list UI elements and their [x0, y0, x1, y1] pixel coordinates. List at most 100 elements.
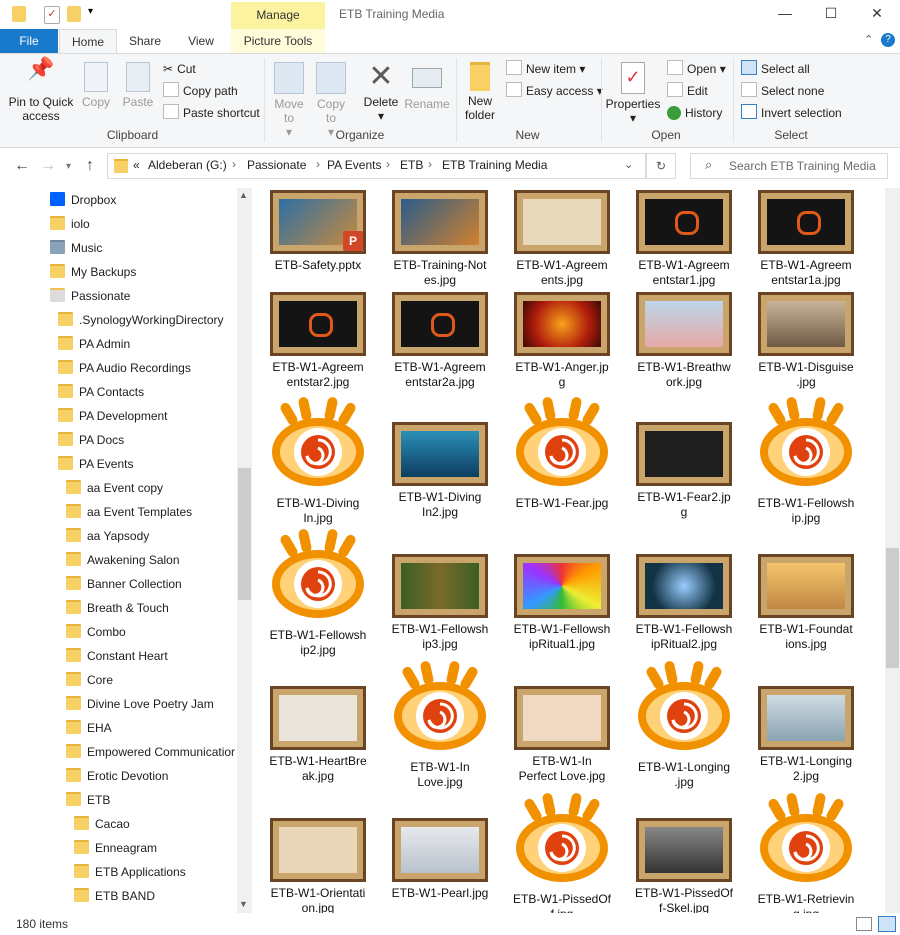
- nav-item[interactable]: Enneagram: [74, 836, 157, 860]
- paste-button[interactable]: Paste: [120, 62, 156, 109]
- delete-button[interactable]: ✕ Delete ▾: [360, 62, 402, 124]
- forward-arrow-icon[interactable]: →: [40, 157, 56, 175]
- nav-item[interactable]: aa Event copy: [66, 476, 163, 500]
- copy-button[interactable]: Copy: [78, 62, 114, 109]
- breadcrumb-separator-icon[interactable]: ›: [386, 157, 390, 171]
- nav-item[interactable]: ETB: [66, 788, 110, 812]
- nav-item[interactable]: Core: [66, 668, 113, 692]
- nav-item[interactable]: Empowered Communicatior: [66, 740, 235, 764]
- edit-button[interactable]: Edit: [667, 82, 708, 100]
- cut-button[interactable]: ✂ Cut: [163, 60, 196, 78]
- file-item[interactable]: ETB-W1-Diving In.jpg: [263, 396, 373, 526]
- select-none-button[interactable]: Select none: [741, 82, 824, 100]
- properties-icon[interactable]: ✓: [44, 6, 60, 24]
- nav-item[interactable]: ETB BAND: [74, 884, 155, 908]
- invert-selection-button[interactable]: Invert selection: [741, 104, 842, 122]
- file-item[interactable]: ETB-W1-HeartBre ak.jpg: [263, 686, 373, 784]
- file-item[interactable]: ETB-W1-Longing 2.jpg: [751, 686, 861, 784]
- file-item[interactable]: ETB-W1-Anger.jp g: [507, 292, 617, 390]
- file-item[interactable]: ETB-W1-Fellowsh ip.jpg: [751, 396, 861, 526]
- details-view-icon[interactable]: [856, 917, 872, 931]
- breadcrumb-item[interactable]: Aldeberan (G:): [148, 158, 227, 172]
- tab-share[interactable]: Share: [120, 29, 170, 53]
- scroll-up-icon[interactable]: ▲: [239, 190, 248, 200]
- up-arrow-icon[interactable]: ↑: [86, 157, 94, 175]
- new-folder-button[interactable]: New folder: [460, 62, 500, 122]
- file-item[interactable]: ETB-W1-Pearl.jpg: [385, 818, 495, 901]
- open-button[interactable]: Open ▾: [667, 60, 726, 78]
- file-item[interactable]: ETB-W1-Orientati on.jpg: [263, 818, 373, 913]
- file-item[interactable]: ETB-W1-Disguise .jpg: [751, 292, 861, 390]
- nav-item[interactable]: Music: [50, 236, 102, 260]
- folder-icon[interactable]: [12, 6, 26, 22]
- large-icons-view-icon[interactable]: [878, 916, 896, 932]
- nav-item[interactable]: Combo: [66, 620, 126, 644]
- breadcrumb-separator-icon[interactable]: ›: [428, 157, 432, 171]
- help-icon[interactable]: ?: [881, 33, 895, 47]
- nav-item[interactable]: My Backups: [50, 260, 136, 284]
- content-scrollbar-thumb[interactable]: [886, 548, 899, 668]
- file-item[interactable]: ETB-W1-PissedOf f-Skel.jpg: [629, 818, 739, 913]
- search-input[interactable]: ⌕ Search ETB Training Media: [690, 153, 888, 179]
- file-item[interactable]: ETB-W1-Fear.jpg: [507, 396, 617, 511]
- file-item[interactable]: ETB-W1-In Perfect Love.jpg: [507, 686, 617, 784]
- tab-view[interactable]: View: [176, 29, 226, 53]
- file-item[interactable]: ETB-W1-Foundat ions.jpg: [751, 554, 861, 652]
- nav-item[interactable]: Banner Collection: [66, 572, 182, 596]
- nav-item[interactable]: PA Admin: [58, 332, 130, 356]
- nav-item[interactable]: PA Development: [58, 404, 168, 428]
- pin-quick-access-button[interactable]: 📌 Pin to Quick access: [6, 58, 76, 124]
- breadcrumb-item[interactable]: PA Events: [327, 158, 381, 172]
- file-item[interactable]: ETB-W1-Fear2.jp g: [629, 422, 739, 520]
- nav-item[interactable]: Erotic Devotion: [66, 764, 168, 788]
- nav-item[interactable]: Divine Love Poetry Jam: [66, 692, 214, 716]
- nav-item[interactable]: Constant Heart: [66, 644, 168, 668]
- nav-item[interactable]: PA Docs: [58, 428, 124, 452]
- nav-item[interactable]: ETB Applications: [74, 860, 186, 884]
- nav-item[interactable]: aa Event Templates: [66, 500, 192, 524]
- rename-button[interactable]: Rename: [404, 62, 450, 111]
- file-item[interactable]: ETB-W1-Diving In2.jpg: [385, 422, 495, 520]
- back-arrow-icon[interactable]: ←: [14, 157, 30, 175]
- nav-item[interactable]: PA Contacts: [58, 380, 144, 404]
- nav-item[interactable]: Cacao: [74, 812, 130, 836]
- file-item[interactable]: ETB-W1-Retrieving.jpg: [751, 792, 861, 913]
- file-item[interactable]: ETB-W1-Longing .jpg: [629, 660, 739, 790]
- file-item[interactable]: ETB-W1-Fellowsh ipRitual1.jpg: [507, 554, 617, 652]
- file-item[interactable]: ETB-W1-Agreem entstar1.jpg: [629, 190, 739, 288]
- copy-path-button[interactable]: Copy path: [163, 82, 238, 100]
- content-scrollbar[interactable]: [885, 188, 900, 913]
- ribbon-collapse-icon[interactable]: ⌃: [864, 33, 873, 46]
- tab-home[interactable]: Home: [59, 29, 117, 54]
- nav-item[interactable]: PA Events: [58, 452, 133, 476]
- paste-shortcut-button[interactable]: Paste shortcut: [163, 104, 260, 122]
- tab-picture-tools[interactable]: Picture Tools: [231, 29, 325, 53]
- nav-item[interactable]: Dropbox: [50, 188, 116, 212]
- minimize-button[interactable]: —: [762, 0, 808, 29]
- address-dropdown-icon[interactable]: ⌄: [624, 158, 633, 171]
- qat-dropdown-icon[interactable]: ▾: [88, 6, 93, 17]
- nav-item[interactable]: .SynologyWorkingDirectory: [58, 308, 224, 332]
- address-bar[interactable]: « Aldeberan (G:) › Passionate › PA Event…: [107, 153, 646, 179]
- properties-button[interactable]: ✓ Properties ▾: [604, 62, 662, 125]
- nav-scrollbar-thumb[interactable]: [238, 468, 251, 600]
- manage-context-tab[interactable]: Manage: [231, 2, 325, 29]
- file-item[interactable]: ETB-W1-Fellowsh ipRitual2.jpg: [629, 554, 739, 652]
- breadcrumb-overflow[interactable]: «: [133, 158, 140, 172]
- file-item[interactable]: ETB-Training-Not es.jpg: [385, 190, 495, 288]
- history-button[interactable]: History: [667, 104, 722, 122]
- breadcrumb-separator-icon[interactable]: ›: [316, 157, 320, 171]
- tab-file[interactable]: File: [0, 29, 58, 53]
- easy-access-button[interactable]: Easy access ▾: [506, 82, 603, 100]
- file-item[interactable]: ETB-W1-Agreem entstar1a.jpg: [751, 190, 861, 288]
- file-item[interactable]: ETB-W1-PissedOff.jpg: [507, 792, 617, 913]
- file-item[interactable]: ETB-W1-Breathw ork.jpg: [629, 292, 739, 390]
- recent-locations-icon[interactable]: ▾: [66, 161, 71, 172]
- nav-item[interactable]: PA Audio Recordings: [58, 356, 191, 380]
- breadcrumb-item[interactable]: ETB: [400, 158, 423, 172]
- select-all-button[interactable]: Select all: [741, 60, 810, 78]
- close-button[interactable]: ✕: [854, 0, 900, 29]
- refresh-button[interactable]: ↻: [646, 153, 676, 179]
- maximize-button[interactable]: ☐: [808, 0, 854, 29]
- breadcrumb-item-current[interactable]: ETB Training Media: [442, 158, 547, 172]
